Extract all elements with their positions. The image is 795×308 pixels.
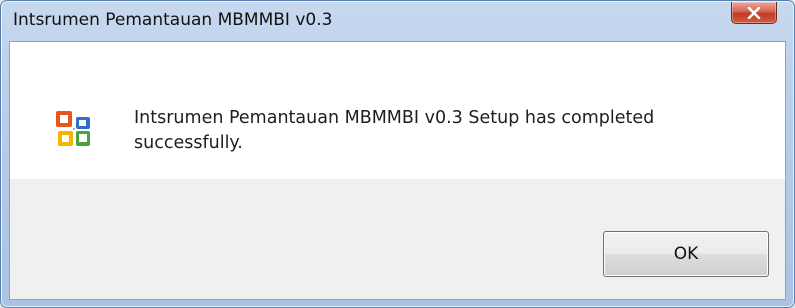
message-panel: Intsrumen Pemantauan MBMMBI v0.3 Setup h… [10,42,785,179]
close-icon [747,6,761,19]
button-bar: OK [10,179,785,299]
office-setup-icon [54,109,94,149]
setup-dialog-window: Intsrumen Pemantauan MBMMBI v0.3 Intsrum… [0,0,795,308]
title-bar[interactable]: Intsrumen Pemantauan MBMMBI v0.3 [1,1,794,41]
ok-button[interactable]: OK [603,231,769,277]
window-title: Intsrumen Pemantauan MBMMBI v0.3 [13,10,333,30]
dialog-client-area: Intsrumen Pemantauan MBMMBI v0.3 Setup h… [9,41,786,300]
close-button[interactable] [731,2,777,24]
completion-message: Intsrumen Pemantauan MBMMBI v0.3 Setup h… [134,108,655,153]
